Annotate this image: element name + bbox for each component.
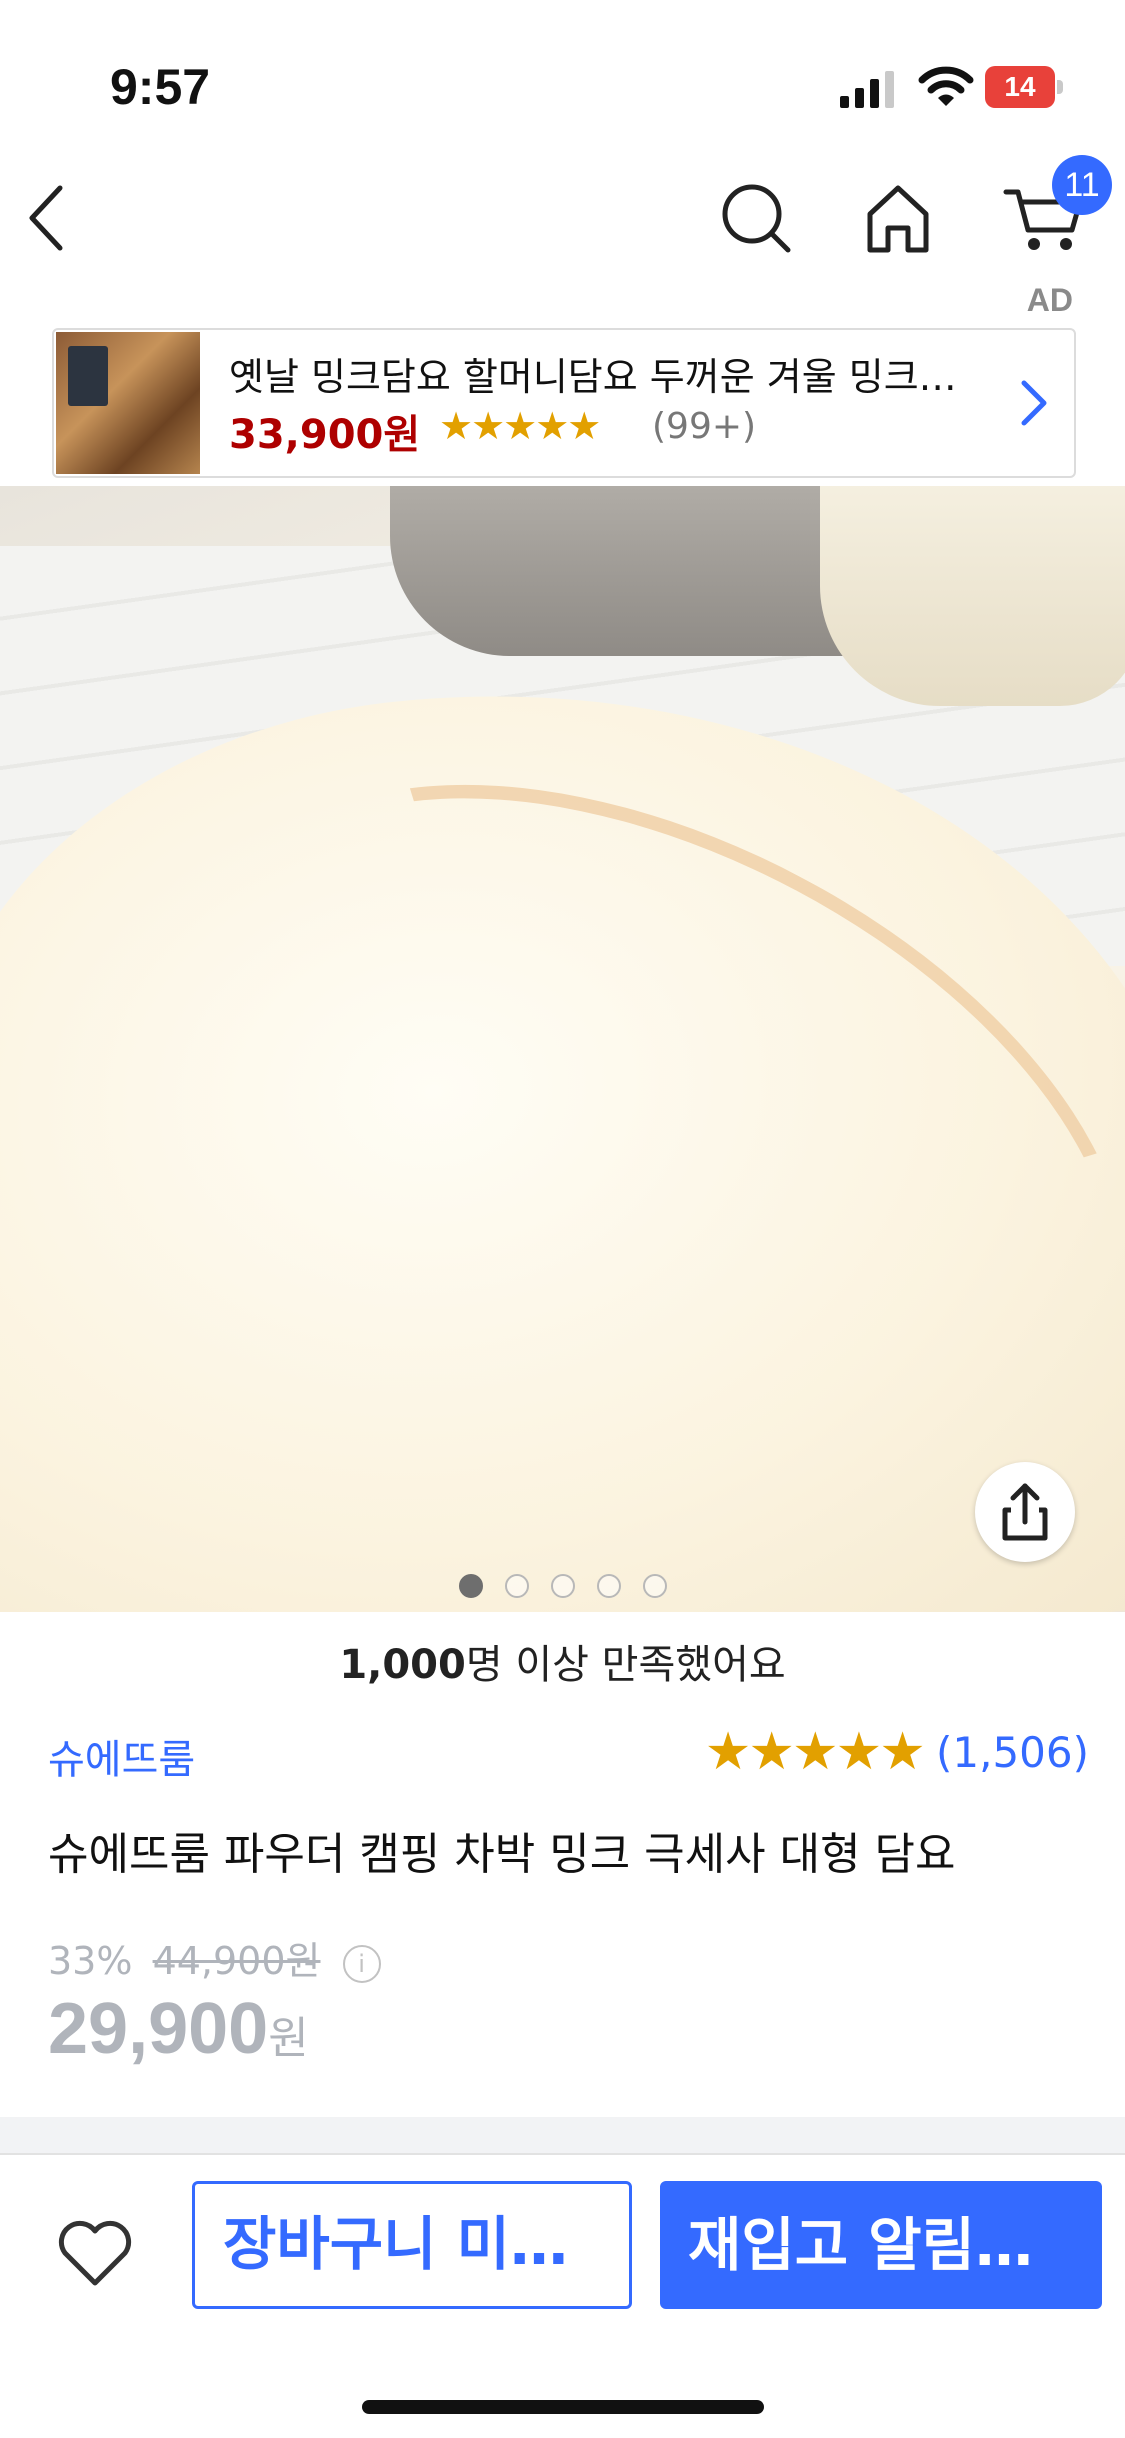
pager-dot[interactable] (642, 1574, 667, 1598)
original-price: 44,900원 (152, 1939, 321, 1983)
battery-level: 14 (1004, 71, 1036, 102)
cellular-signal-icon (840, 71, 894, 108)
ad-price: 33,900원 (229, 412, 421, 458)
satisfied-text: 명 이상 만족했어요 (465, 1642, 786, 1688)
status-time: 9:57 (110, 59, 211, 115)
back-arrow-icon[interactable] (20, 178, 80, 258)
ad-thumbnail (56, 332, 200, 474)
home-indicator[interactable] (362, 2400, 764, 2414)
ad-rating-stars: ★★★★★ (439, 404, 601, 448)
search-icon[interactable] (716, 178, 796, 258)
discount-row: 33% 44,900원 i (48, 1930, 381, 1985)
satisfied-count: 1,000 (339, 1642, 466, 1688)
bottom-action-bar: 장바구니 미… 재입고 알림… (0, 2153, 1125, 2438)
satisfaction-banner: 1,000명 이상 만족했어요 (0, 1632, 1125, 1690)
battery-icon: 14 (985, 66, 1065, 108)
price-unit: 원 (268, 2013, 309, 2064)
section-divider (0, 2117, 1125, 2153)
pager-dot[interactable] (550, 1574, 575, 1598)
rating-stars: ★★★★★ (704, 1722, 926, 1782)
share-button[interactable] (975, 1462, 1075, 1562)
info-icon[interactable]: i (342, 1944, 381, 1983)
sale-price-value: 29,900 (48, 1989, 269, 2069)
review-count: (1,506) (935, 1727, 1089, 1777)
ad-review-count: (99+) (652, 406, 757, 447)
cart-count-badge: 11 (1052, 155, 1112, 215)
ad-title: 옛날 밍크담요 할머니담요 두꺼운 겨울 밍크… (229, 355, 957, 399)
share-icon (1002, 1483, 1048, 1541)
status-bar: 9:57 14 (0, 0, 1125, 150)
top-nav (0, 150, 1125, 280)
product-title: 슈에뜨룸 파우더 캠핑 차박 밍크 극세사 대형 담요 (48, 1829, 956, 1880)
gallery-pager (0, 1574, 1125, 1602)
wishlist-heart-icon[interactable] (55, 2213, 135, 2293)
sale-price: 29,900원 (48, 1988, 309, 2070)
product-image[interactable] (0, 486, 1125, 1612)
add-to-cart-button[interactable]: 장바구니 미… (192, 2181, 632, 2309)
restock-alert-button[interactable]: 재입고 알림… (660, 2181, 1102, 2309)
home-icon[interactable] (858, 178, 938, 258)
wifi-icon (918, 66, 974, 106)
pager-dot[interactable] (458, 1574, 483, 1598)
pager-dot[interactable] (596, 1574, 621, 1598)
chevron-right-icon (1021, 380, 1047, 426)
discount-rate: 33% (48, 1939, 133, 1983)
pillow-photo-area-2 (820, 486, 1125, 706)
brand-link[interactable]: 슈에뜨룸 (48, 1727, 195, 1785)
ad-label: AD (1026, 282, 1073, 318)
pager-dot[interactable] (504, 1574, 529, 1598)
ad-banner[interactable]: 옛날 밍크담요 할머니담요 두꺼운 겨울 밍크… 33,900원 ★★★★★ (… (52, 328, 1076, 478)
product-rating[interactable]: ★★★★★ (1,506) (705, 1722, 1089, 1782)
